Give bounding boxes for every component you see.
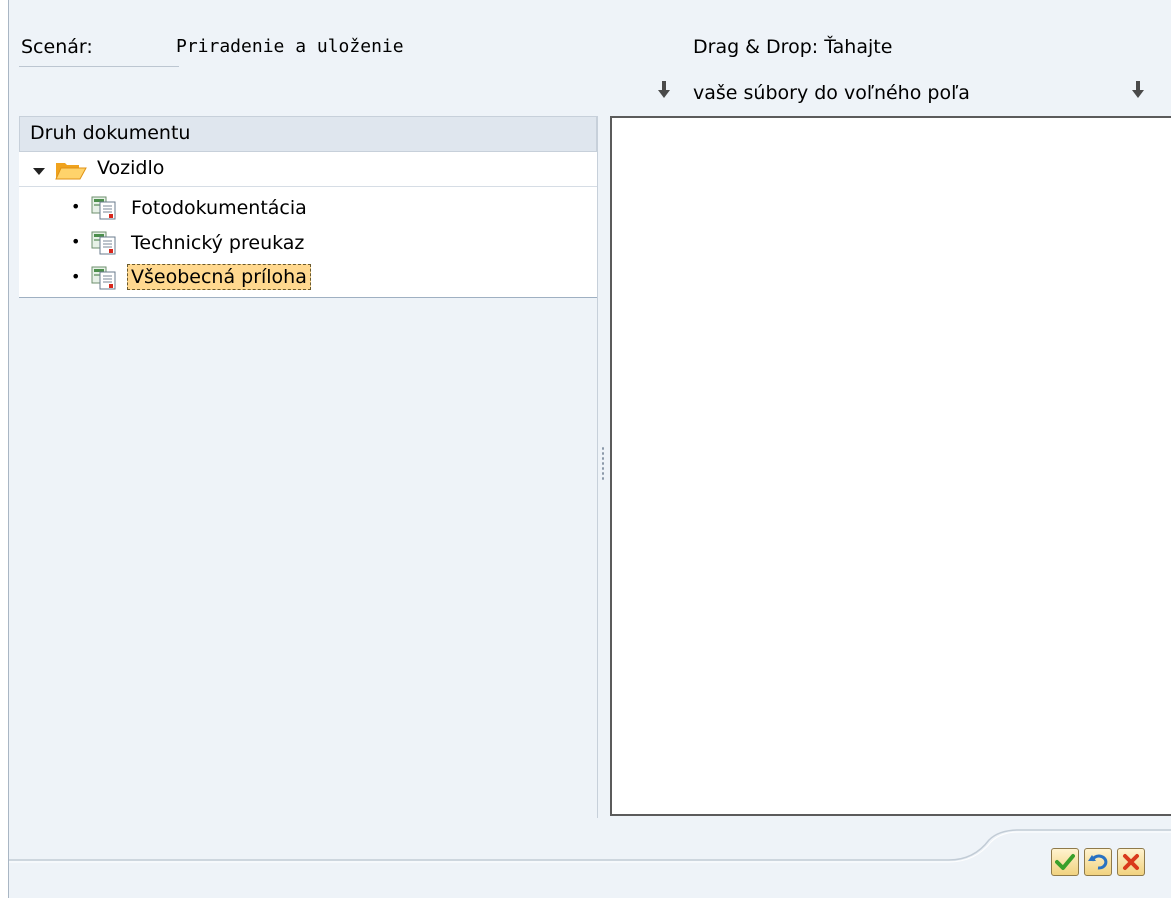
expand-arrow-icon[interactable] — [33, 160, 45, 182]
scenario-field-label: Scenár: — [19, 36, 179, 67]
document-type-icon — [91, 266, 119, 295]
tree-body: Vozidlo • Fotodokumentácia • Technický p… — [19, 152, 597, 298]
tree-node-label: Technický preukaz — [131, 232, 305, 254]
folder-open-icon — [55, 160, 87, 185]
undo-button[interactable] — [1084, 848, 1112, 876]
tree-column-header[interactable]: Druh dokumentu — [19, 116, 597, 152]
tree-node-vseobecna-priloha[interactable]: • Všeobecná príloha — [19, 261, 597, 295]
tree-node-vozidlo[interactable]: Vozidlo — [19, 152, 597, 187]
file-drop-area[interactable] — [610, 116, 1171, 816]
check-icon — [1055, 854, 1075, 870]
tree-bullet: • — [71, 267, 81, 286]
document-type-icon — [91, 231, 119, 260]
arrow-down-icon-left — [657, 80, 677, 102]
tree-header-label: Druh dokumentu — [30, 122, 191, 144]
scenario-label-text: Scenár: — [21, 36, 93, 58]
tree-bullet: • — [71, 232, 81, 251]
scenario-value: Priradenie a uloženie — [176, 36, 404, 57]
tree-node-label-selected: Všeobecná príloha — [127, 264, 311, 290]
document-type-icon — [91, 196, 119, 225]
footer-separator — [9, 829, 1171, 863]
drag-drop-hint-line1: Drag & Drop: Ťahajte — [693, 36, 893, 58]
tree-node-label: Fotodokumentácia — [131, 197, 307, 219]
tree-bullet: • — [71, 197, 81, 216]
drag-drop-hint-line2: vaše súbory do voľného poľa — [693, 82, 970, 104]
undo-icon — [1088, 854, 1108, 870]
cancel-button[interactable] — [1117, 848, 1145, 876]
splitter-handle[interactable] — [601, 446, 605, 482]
dialog-frame: Scenár: Priradenie a uloženie Drag & Dro… — [8, 0, 1171, 898]
arrow-down-icon-right — [1131, 80, 1151, 102]
close-icon — [1123, 854, 1139, 870]
tree-node-technicky-preukaz[interactable]: • Technický preukaz — [19, 226, 597, 260]
tree-node-label: Vozidlo — [97, 157, 165, 179]
confirm-button[interactable] — [1051, 848, 1079, 876]
tree-node-fotodokumentacia[interactable]: • Fotodokumentácia — [19, 191, 597, 225]
document-type-tree: Druh dokumentu Vozidlo • Fotodokumentáci… — [19, 116, 598, 818]
